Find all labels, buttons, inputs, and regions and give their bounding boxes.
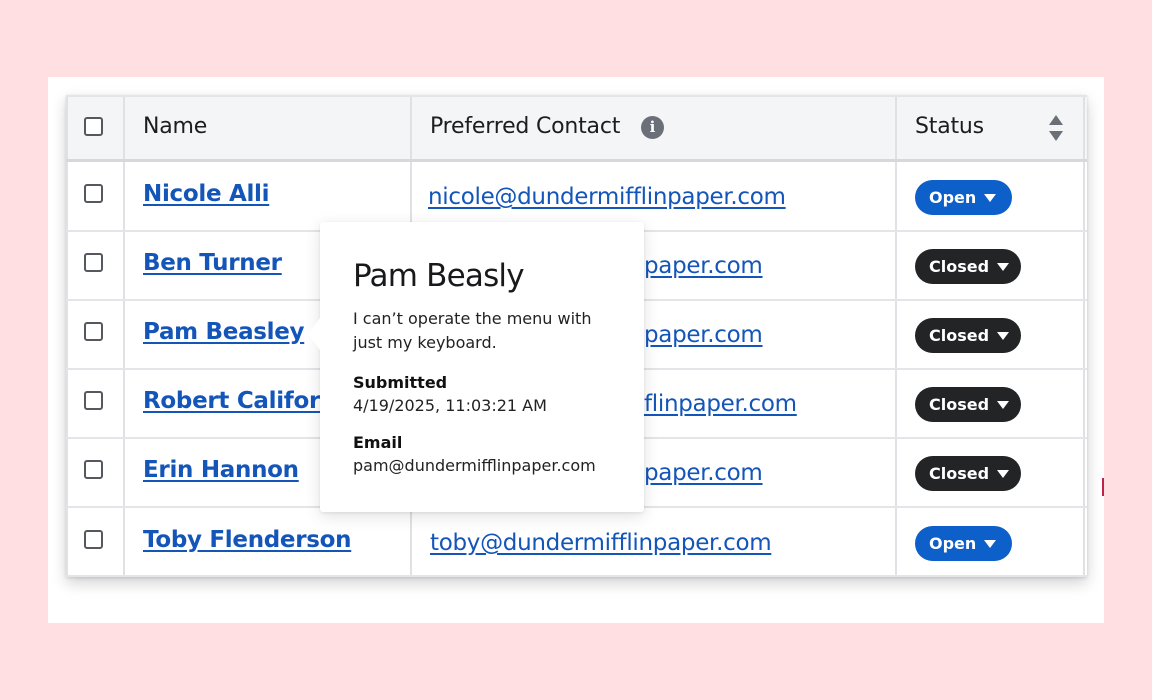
- email-link[interactable]: nicole@dundermifflinpaper.com: [428, 184, 786, 210]
- grid-line: [895, 95, 897, 577]
- status-label: Open: [929, 534, 977, 553]
- row-checkbox[interactable]: [84, 322, 103, 341]
- caret-down-icon: [997, 400, 1010, 409]
- caret-down-icon: [997, 331, 1010, 340]
- status-dropdown[interactable]: Closed: [915, 249, 1021, 284]
- email-link[interactable]: paper.com: [644, 460, 763, 486]
- popover-message: I can’t operate the menu with just my ke…: [353, 309, 592, 353]
- status-label: Closed: [929, 464, 990, 483]
- status-dropdown[interactable]: Closed: [915, 387, 1021, 422]
- caret-down-icon: [997, 469, 1010, 478]
- caret-down-icon: [997, 262, 1010, 271]
- status-label: Closed: [929, 326, 990, 345]
- column-header-name[interactable]: Name: [143, 114, 207, 139]
- select-all-checkbox[interactable]: [84, 117, 103, 136]
- name-link[interactable]: Erin Hannon: [143, 457, 299, 483]
- email-link[interactable]: toby@dundermifflinpaper.com: [430, 530, 772, 556]
- status-dropdown[interactable]: Closed: [915, 318, 1021, 353]
- row-checkbox[interactable]: [84, 530, 103, 549]
- row-checkbox[interactable]: [84, 391, 103, 410]
- submitted-value: 4/19/2025, 11:03:21 AM: [353, 396, 547, 416]
- status-label: Closed: [929, 395, 990, 414]
- edge-marker: [1102, 478, 1104, 496]
- column-header-contact: Preferred Contact: [430, 114, 621, 139]
- grid-line: [66, 95, 68, 577]
- status-label: Open: [929, 188, 977, 207]
- grid-line: [66, 575, 1087, 577]
- popover-title: Pam Beasly: [353, 258, 525, 294]
- status-dropdown[interactable]: Open: [915, 526, 1012, 561]
- submitted-label: Submitted: [353, 373, 448, 393]
- name-link[interactable]: Pam Beasley: [143, 319, 305, 345]
- email-link[interactable]: flinpaper.com: [644, 391, 797, 417]
- grid-line: [66, 159, 1087, 162]
- row-checkbox[interactable]: [84, 460, 103, 479]
- sort-icon[interactable]: [1048, 114, 1064, 142]
- email-link[interactable]: paper.com: [644, 322, 763, 348]
- grid-line: [66, 95, 1087, 97]
- email-value: pam@dundermifflinpaper.com: [353, 456, 596, 476]
- name-link[interactable]: Robert Californ: [143, 388, 336, 414]
- grid-line: [1083, 95, 1085, 577]
- name-link[interactable]: Toby Flenderson: [143, 527, 352, 553]
- row-checkbox[interactable]: [84, 253, 103, 272]
- email-label: Email: [353, 433, 403, 453]
- name-link[interactable]: Nicole Alli: [143, 181, 270, 207]
- grid-line: [123, 95, 125, 577]
- popover-arrow: [308, 318, 320, 350]
- column-header-status[interactable]: Status: [915, 114, 984, 139]
- info-icon[interactable]: i: [641, 116, 664, 139]
- status-dropdown[interactable]: Closed: [915, 456, 1021, 491]
- caret-down-icon: [984, 193, 997, 202]
- name-link[interactable]: Ben Turner: [143, 250, 282, 276]
- row-checkbox[interactable]: [84, 184, 103, 203]
- status-label: Closed: [929, 257, 990, 276]
- contact-popover: Pam Beasly I can’t operate the menu with…: [308, 222, 644, 512]
- status-dropdown[interactable]: Open: [915, 180, 1012, 215]
- caret-down-icon: [984, 539, 997, 548]
- email-link[interactable]: paper.com: [644, 253, 763, 279]
